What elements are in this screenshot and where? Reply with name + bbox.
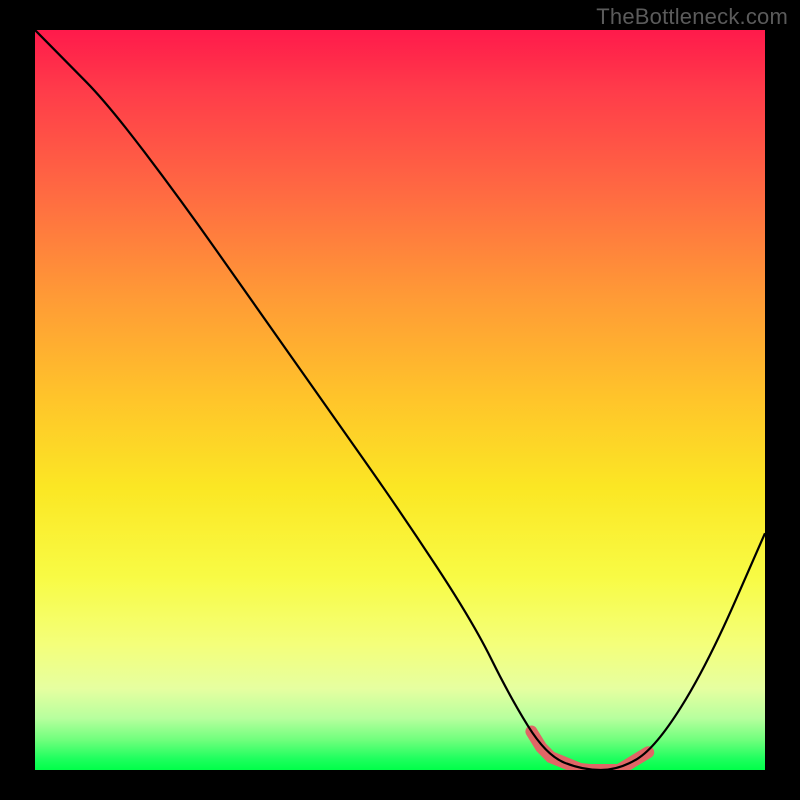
plot-area <box>35 30 765 770</box>
bottleneck-curve <box>35 30 765 770</box>
watermark-text: TheBottleneck.com <box>596 4 788 30</box>
chart-frame: TheBottleneck.com <box>0 0 800 800</box>
